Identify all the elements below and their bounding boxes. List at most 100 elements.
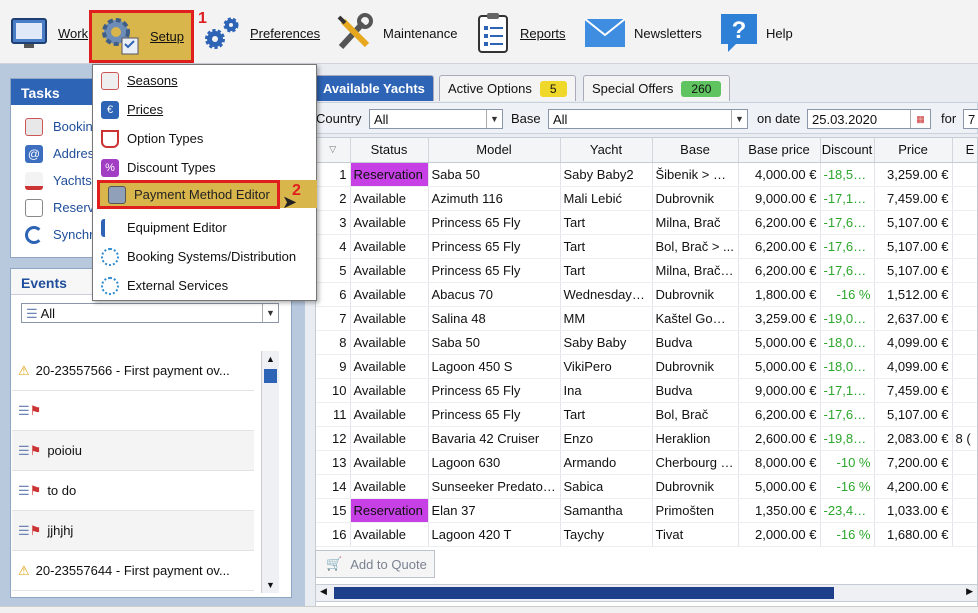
yacht-cell: Armando xyxy=(560,450,653,475)
col-extra[interactable]: E xyxy=(952,138,977,163)
event-item[interactable]: ☰⚑ poioiu xyxy=(12,431,254,471)
table-row[interactable]: 7 Available Salina 48 MM Kaštel Gomi... 3,259… xyxy=(316,306,977,331)
table-row[interactable]: 9 Available Lagoon 450 S VikiPero Dubrovnik 5… xyxy=(316,354,977,379)
reports-button[interactable]: Reports xyxy=(476,10,566,56)
maintenance-button[interactable]: Maintenance xyxy=(335,10,457,56)
preferences-label: Preferences xyxy=(250,25,321,41)
yacht-cell: Mali Lebić xyxy=(560,186,653,211)
model-cell: Azimuth 116 xyxy=(428,186,561,211)
tab-active-options[interactable]: Active Options 5 xyxy=(439,75,576,101)
menu-item-payment-method-editor[interactable]: Payment Method Editor xyxy=(97,180,280,209)
preferences-button[interactable]: Preferences xyxy=(202,10,320,56)
table-row[interactable]: 16 Available Lagoon 420 T Taychy Tivat 2,000.… xyxy=(316,522,977,547)
table-row[interactable]: 10 Available Princess 65 Fly Ina Budva 9,000.… xyxy=(316,378,977,403)
work-button[interactable]: Work xyxy=(10,10,88,56)
yacht-cell: Tart xyxy=(560,258,653,283)
table-header: ▽ Status Model Yacht Base Base price Dis… xyxy=(316,138,977,163)
col-model[interactable]: Model xyxy=(428,138,561,163)
event-item[interactable]: ⚠ 20-23557644 - First payment ov... xyxy=(12,551,254,591)
model-cell: Salina 48 xyxy=(428,306,561,331)
status-cell: Available xyxy=(350,402,429,427)
table-row[interactable]: 11 Available Princess 65 Fly Tart Bol, Brač 6… xyxy=(316,402,977,427)
scroll-down-icon[interactable]: ▼ xyxy=(262,577,279,593)
scroll-right-icon[interactable]: ▶ xyxy=(966,586,973,597)
table-row[interactable]: 14 Available Sunseeker Predator ... Sabica D… xyxy=(316,474,977,499)
scroll-thumb[interactable] xyxy=(264,369,277,383)
table-row[interactable]: 8 Available Saba 50 Saby Baby Budva 5,000.00 … xyxy=(316,330,977,355)
status-cell: Available xyxy=(350,354,429,379)
scroll-up-icon[interactable]: ▲ xyxy=(262,351,279,367)
discount-cell: -19,09 ... xyxy=(820,306,875,331)
base-select[interactable]: All ▼ xyxy=(548,109,748,129)
model-cell: Lagoon 630 xyxy=(428,450,561,475)
special-offers-count: 260 xyxy=(681,80,722,97)
add-to-quote-label: Add to Quote xyxy=(350,556,427,572)
sort-icon[interactable]: ▽ xyxy=(316,138,351,163)
help-button[interactable]: ? Help xyxy=(720,10,793,56)
monitor-icon xyxy=(11,18,47,48)
row-number: 13 xyxy=(316,450,351,475)
country-select[interactable]: All ▼ xyxy=(369,109,503,129)
table-hscrollbar[interactable]: ◀ ▶ xyxy=(315,584,978,602)
col-discount[interactable]: Discount xyxy=(820,138,875,163)
base-cell: Tivat xyxy=(652,522,739,547)
calendar-icon[interactable]: ▦ xyxy=(910,110,930,128)
col-price[interactable]: Price xyxy=(874,138,953,163)
yacht-cell: Wednesday t... xyxy=(560,282,653,307)
status-cell: Available xyxy=(350,258,429,283)
event-item[interactable]: ☰⚑ to do xyxy=(12,471,254,511)
col-yacht[interactable]: Yacht xyxy=(560,138,653,163)
event-item[interactable]: ☰⚑ jjhjhj xyxy=(12,511,254,551)
menu-item-seasons[interactable]: Seasons xyxy=(93,67,316,94)
scroll-left-icon[interactable]: ◀ xyxy=(320,586,327,597)
menu-item-option-types[interactable]: Option Types xyxy=(93,125,316,152)
base-cell: Dubrovnik xyxy=(652,186,739,211)
col-status[interactable]: Status xyxy=(350,138,429,163)
menu-item-discount-types[interactable]: % Discount Types xyxy=(93,154,316,181)
table-row[interactable]: 15 Reservation Elan 37 Samantha Primošten 1,3… xyxy=(316,498,977,523)
table-row[interactable]: 5 Available Princess 65 Fly Tart Milna, Brač… xyxy=(316,258,977,283)
extra-cell xyxy=(952,522,977,547)
table-row[interactable]: 1 Reservation Saba 50 Saby Baby2 Šibenik > P… xyxy=(316,162,977,187)
tab-available-yachts[interactable]: Available Yachts xyxy=(314,75,434,101)
menu-item-external-services[interactable]: External Services xyxy=(93,272,316,299)
row-number: 3 xyxy=(316,210,351,235)
tab-special-offers[interactable]: Special Offers 260 xyxy=(583,75,731,101)
menu-item-equipment-editor[interactable]: Equipment Editor xyxy=(93,214,316,241)
newsletters-button[interactable]: Newsletters xyxy=(584,10,702,56)
row-number: 15 xyxy=(316,498,351,523)
col-base[interactable]: Base xyxy=(652,138,739,163)
events-filter-select[interactable]: ☰ All ▼ xyxy=(21,303,279,323)
add-to-quote-button[interactable]: 🛒 Add to Quote xyxy=(315,550,435,578)
table-row[interactable]: 2 Available Azimuth 116 Mali Lebić Dubrovnik… xyxy=(316,186,977,211)
price-cell: 4,099.00 € xyxy=(874,354,953,379)
network-icon xyxy=(101,247,119,266)
date-input[interactable]: 25.03.2020 ▦ xyxy=(807,109,931,129)
hscroll-thumb[interactable] xyxy=(334,587,834,599)
table-row[interactable]: 6 Available Abacus 70 Wednesday t... Dubrovn… xyxy=(316,282,977,307)
base-price-cell: 6,200.00 € xyxy=(738,258,821,283)
table-row[interactable]: 3 Available Princess 65 Fly Tart Milna, Brač… xyxy=(316,210,977,235)
menu-item-booking-systems[interactable]: Booking Systems/Distribution xyxy=(93,243,316,270)
discount-cell: -17,12 ... xyxy=(820,378,875,403)
duration-input[interactable]: 7 xyxy=(963,109,978,129)
base-price-cell: 4,000.00 € xyxy=(738,162,821,187)
mouse-cursor-icon: ➤ xyxy=(282,192,298,212)
menu-item-prices[interactable]: € Prices xyxy=(93,96,316,123)
yacht-cell: Ina xyxy=(560,378,653,403)
wrench-screwdriver-icon xyxy=(337,13,373,50)
reports-label: Reports xyxy=(520,25,566,41)
event-item[interactable]: ☰⚑ xyxy=(12,391,254,431)
table-row[interactable]: 4 Available Princess 65 Fly Tart Bol, Brač >… xyxy=(316,234,977,259)
basket-icon xyxy=(101,129,119,148)
model-cell: Lagoon 450 S xyxy=(428,354,561,379)
table-row[interactable]: 12 Available Bavaria 42 Cruiser Enzo Herakli… xyxy=(316,426,977,451)
status-cell: Available xyxy=(350,186,429,211)
col-base-price[interactable]: Base price xyxy=(738,138,821,163)
payment-card-icon xyxy=(108,185,126,204)
events-scrollbar[interactable]: ▲ ▼ xyxy=(261,351,279,593)
table-row[interactable]: 13 Available Lagoon 630 Armando Cherbourg - … xyxy=(316,450,977,475)
menu-label: Option Types xyxy=(127,131,204,146)
event-item[interactable]: ⚠ 20-23557566 - First payment ov... xyxy=(12,351,254,391)
price-cell: 1,680.00 € xyxy=(874,522,953,547)
